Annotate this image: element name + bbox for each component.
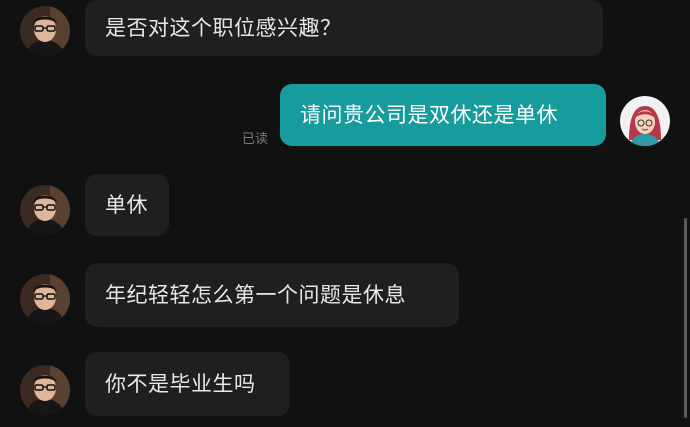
message-text: 是否对这个职位感兴趣？ xyxy=(105,15,342,40)
message-bubble-incoming[interactable]: 单休 xyxy=(85,174,169,236)
message-text: 请问贵公司是双休还是单休 xyxy=(300,102,558,127)
recruiter-avatar-icon[interactable] xyxy=(20,6,70,56)
message-text: 单休 xyxy=(105,192,148,217)
read-status: 已读 xyxy=(242,132,269,147)
message-bubble-outgoing[interactable]: 请问贵公司是双休还是单休 xyxy=(280,84,606,146)
recruiter-avatar-icon[interactable] xyxy=(20,365,70,415)
scrollbar[interactable] xyxy=(684,218,687,418)
chat-thread: 是否对这个职位感兴趣？ 已读 请问贵公司是双休还是单休 单休 年纪轻轻怎么第一个… xyxy=(0,0,690,427)
message-bubble-incoming[interactable]: 是否对这个职位感兴趣？ xyxy=(85,0,603,56)
recruiter-avatar-icon[interactable] xyxy=(20,185,70,235)
message-text: 你不是毕业生吗 xyxy=(105,371,256,396)
user-avatar-icon[interactable] xyxy=(620,96,670,146)
message-bubble-incoming[interactable]: 你不是毕业生吗 xyxy=(85,352,290,416)
recruiter-avatar-icon[interactable] xyxy=(20,274,70,324)
message-bubble-incoming[interactable]: 年纪轻轻怎么第一个问题是休息 xyxy=(85,263,459,327)
message-text: 年纪轻轻怎么第一个问题是休息 xyxy=(105,282,406,307)
